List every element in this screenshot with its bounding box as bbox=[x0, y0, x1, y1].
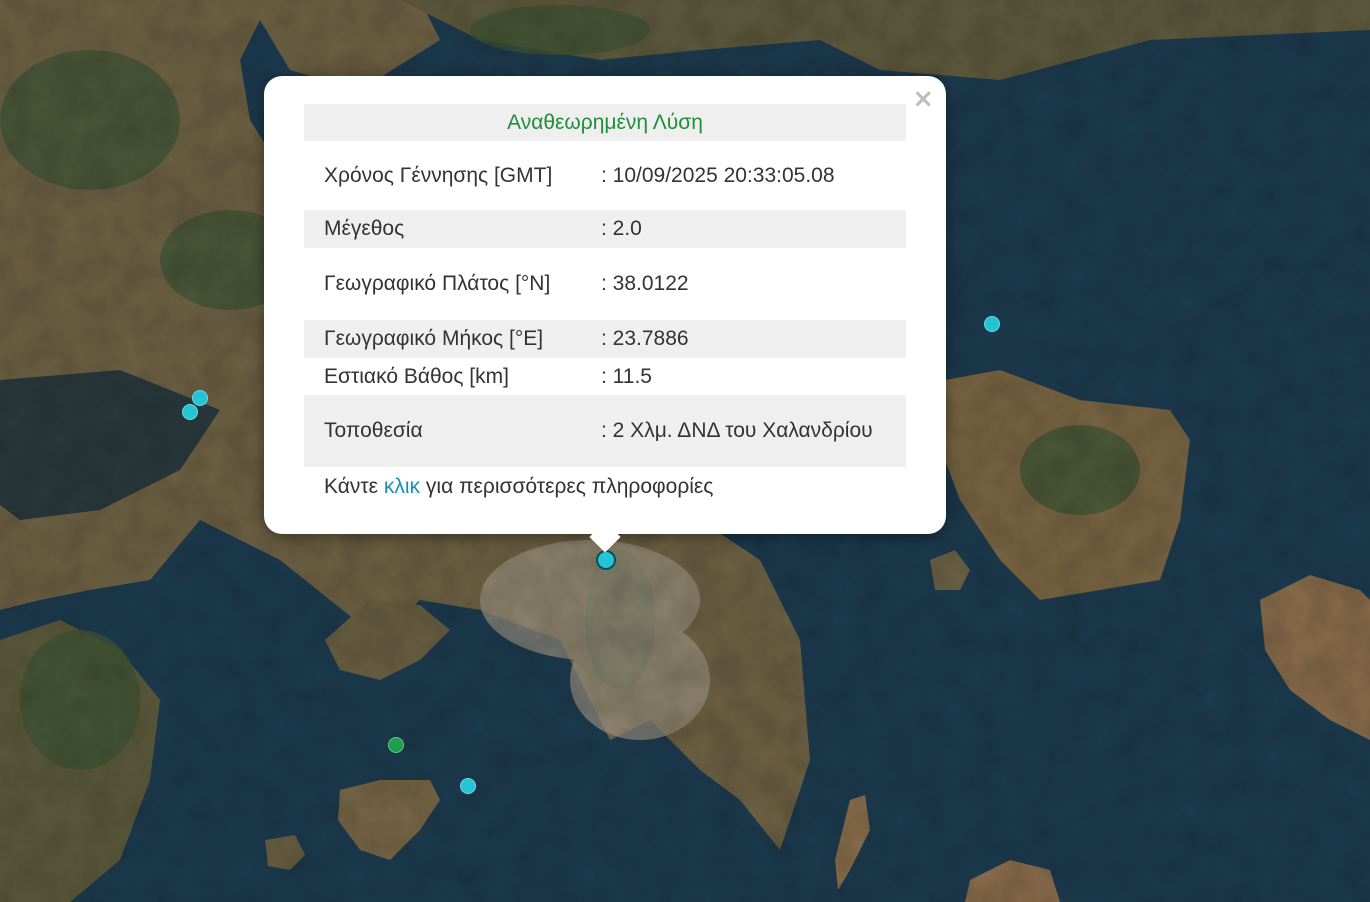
row-label-location: Τοποθεσία bbox=[304, 395, 601, 467]
table-row: Τοποθεσία : 2 Χλμ. ΔΝΔ του Χαλανδρίου bbox=[304, 395, 906, 467]
quake-info-table: Χρόνος Γέννησης [GMT] : 10/09/2025 20:33… bbox=[304, 141, 906, 467]
selected-quake-marker[interactable] bbox=[596, 550, 616, 570]
table-row: Χρόνος Γέννησης [GMT] : 10/09/2025 20:33… bbox=[304, 141, 906, 210]
earthquake-popup: × Αναθεωρημένη Λύση Χρόνος Γέννησης [GMT… bbox=[264, 76, 946, 534]
table-row: Γεωγραφικό Μήκος [°E] : 23.7886 bbox=[304, 320, 906, 358]
popup-title: Αναθεωρημένη Λύση bbox=[304, 104, 906, 141]
row-value-depth: : 11.5 bbox=[601, 364, 652, 388]
row-value-longitude: : 23.7886 bbox=[601, 320, 906, 358]
close-icon[interactable]: × bbox=[912, 86, 934, 112]
table-row: Εστιακό Βάθος [km] : 11.5 bbox=[304, 358, 906, 395]
row-value-magnitude: : 2.0 bbox=[601, 210, 906, 248]
quake-marker[interactable] bbox=[460, 778, 476, 794]
more-info-link[interactable]: κλικ bbox=[384, 475, 420, 498]
row-label-longitude: Γεωγραφικό Μήκος [°E] bbox=[304, 320, 601, 358]
row-label-depth: Εστιακό Βάθος [km] bbox=[324, 364, 509, 388]
table-row: Μέγεθος : 2.0 bbox=[304, 210, 906, 248]
table-row: Γεωγραφικό Πλάτος [°N] : 38.0122 bbox=[304, 248, 906, 320]
row-label-latitude: Γεωγραφικό Πλάτος [°N] bbox=[324, 272, 551, 295]
popup-footer: Κάντε κλικ για περισσότερες πληροφορίες bbox=[324, 472, 713, 502]
row-value-location: : 2 Χλμ. ΔΝΔ του Χαλανδρίου bbox=[601, 395, 906, 467]
row-label-origin-time: Χρόνος Γέννησης [GMT] bbox=[324, 163, 553, 187]
quake-marker[interactable] bbox=[984, 316, 1000, 332]
row-label-magnitude: Μέγεθος bbox=[304, 210, 601, 248]
quake-marker[interactable] bbox=[192, 390, 208, 406]
row-value-latitude: : 38.0122 bbox=[601, 272, 689, 295]
footer-text-pre: Κάντε bbox=[324, 475, 384, 498]
footer-text-post: για περισσότερες πληροφορίες bbox=[420, 475, 714, 498]
quake-marker[interactable] bbox=[182, 404, 198, 420]
quake-marker[interactable] bbox=[388, 737, 404, 753]
row-value-origin-time: : 10/09/2025 20:33:05.08 bbox=[601, 163, 835, 187]
